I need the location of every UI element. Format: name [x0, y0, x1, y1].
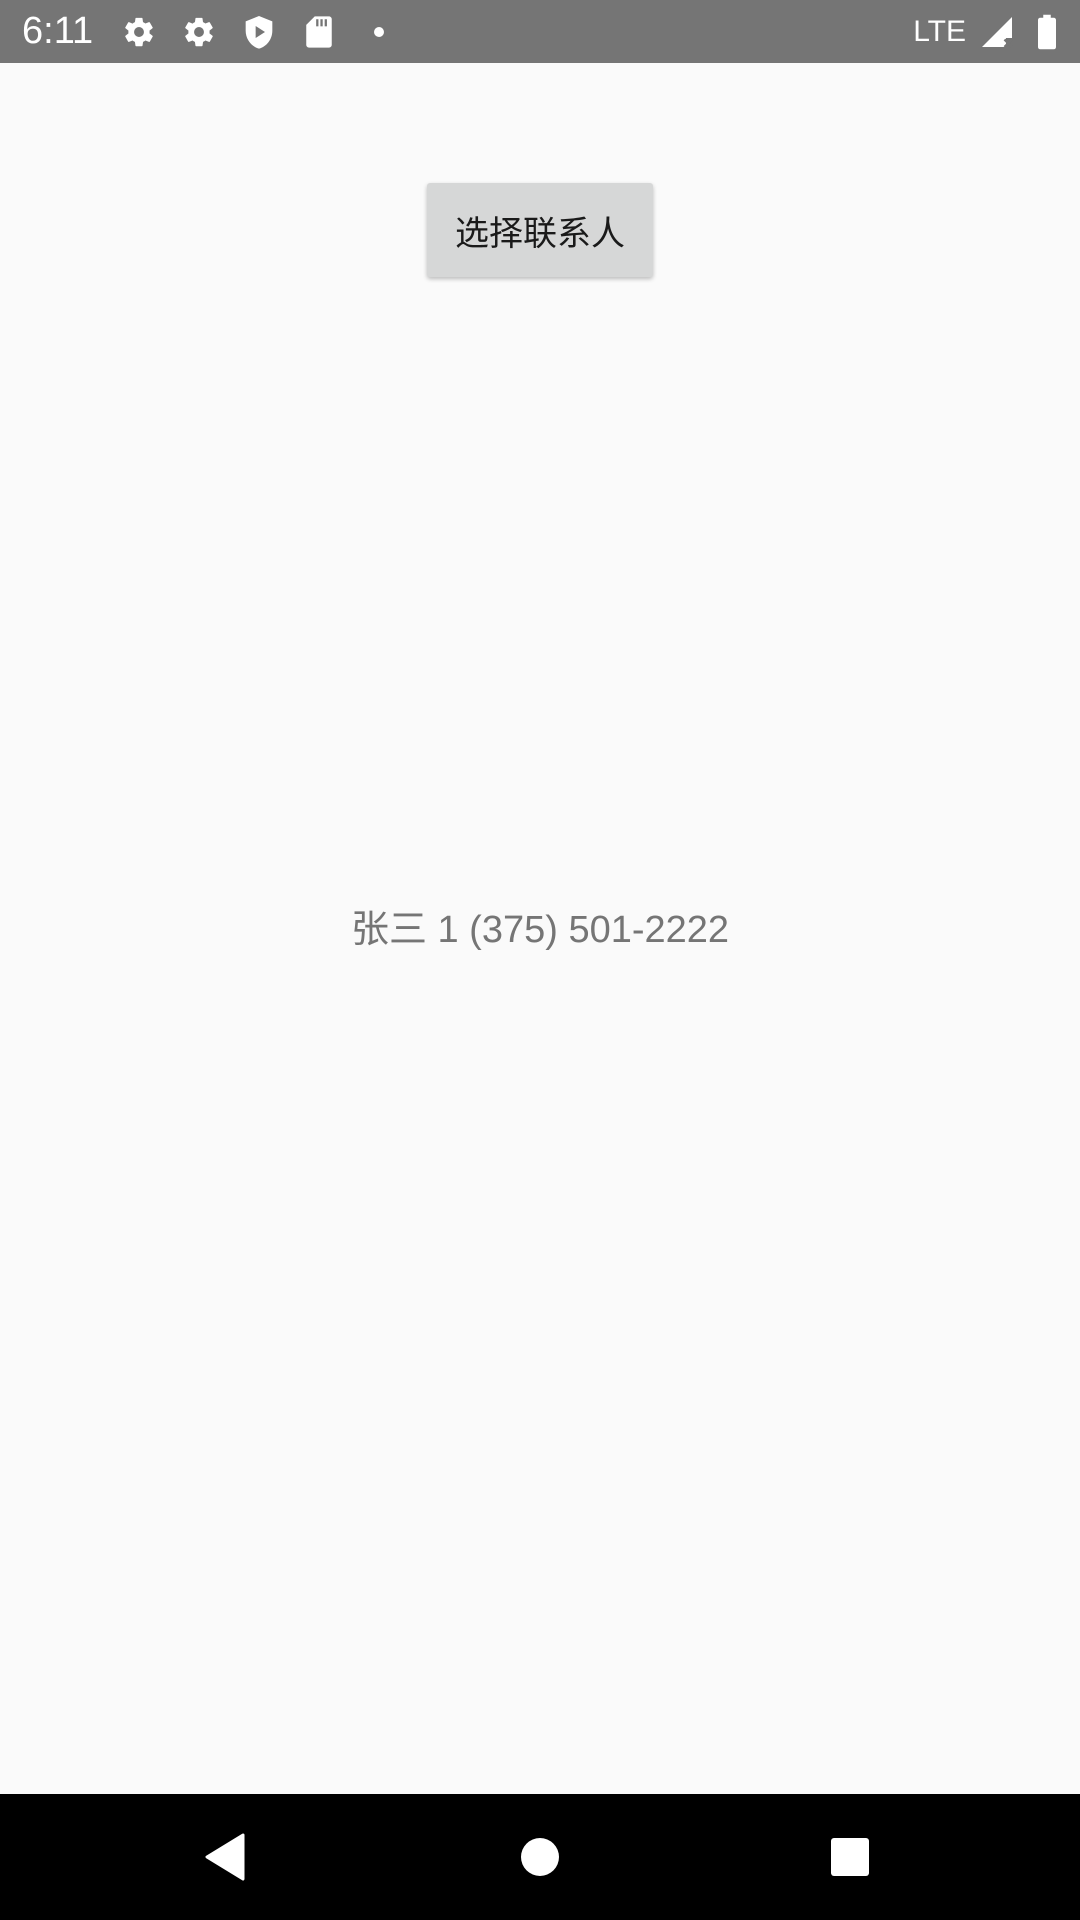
- notification-icons: [120, 12, 398, 52]
- signal-icon: [978, 13, 1016, 51]
- navigation-bar: [0, 1794, 1080, 1920]
- recents-icon[interactable]: [815, 1822, 885, 1892]
- settings-icon: [120, 13, 158, 51]
- dot-icon: [360, 13, 398, 51]
- pick-contact-button[interactable]: 选择联系人: [427, 183, 653, 277]
- status-bar: 6:11 LTE: [0, 0, 1080, 63]
- network-type-label: LTE: [913, 15, 966, 48]
- selected-contact-text: 张三 1 (375) 501-2222: [350, 909, 730, 951]
- sd-card-icon: [300, 13, 338, 51]
- back-icon[interactable]: [190, 1822, 260, 1892]
- status-time: 6:11: [22, 10, 94, 52]
- settings-icon: [180, 13, 218, 51]
- battery-icon: [1028, 13, 1066, 51]
- app-screen: 6:11 LTE 选择联系人 张三 1 (375) 501-2222: [0, 0, 1080, 1920]
- play-protect-icon: [240, 13, 278, 51]
- home-icon[interactable]: [505, 1822, 575, 1892]
- system-icons: LTE: [913, 12, 1066, 52]
